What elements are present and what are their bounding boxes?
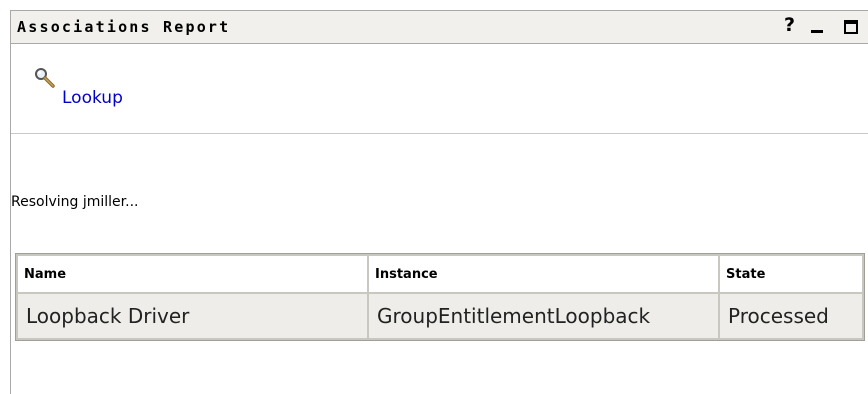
portlet-title: Associations Report	[17, 18, 231, 36]
column-header-name[interactable]: Name	[18, 256, 367, 292]
cell-state: Processed	[720, 294, 862, 338]
cell-instance: GroupEntitlementLoopback	[369, 294, 718, 338]
table-header-row: Name Instance State	[18, 256, 862, 292]
cell-name: Loopback Driver	[18, 294, 367, 338]
action-bar: Lookup	[11, 44, 868, 134]
table-row[interactable]: Loopback Driver GroupEntitlementLoopback…	[18, 294, 862, 338]
portlet-titlebar: Associations Report ?	[11, 11, 868, 44]
associations-report-portlet: Associations Report ? Lookup Resolving j…	[10, 10, 868, 394]
status-message: Resolving jmiller...	[11, 194, 139, 210]
associations-table-container: Name Instance State Loopback Driver Grou…	[15, 253, 868, 353]
magnifier-icon[interactable]	[34, 67, 56, 89]
maximize-icon[interactable]	[844, 20, 858, 34]
column-header-state[interactable]: State	[720, 256, 862, 292]
lookup-link[interactable]: Lookup	[62, 88, 123, 108]
help-button[interactable]: ?	[784, 14, 795, 36]
minimize-icon[interactable]	[811, 19, 823, 33]
column-header-instance[interactable]: Instance	[369, 256, 718, 292]
associations-table: Name Instance State Loopback Driver Grou…	[15, 253, 865, 341]
